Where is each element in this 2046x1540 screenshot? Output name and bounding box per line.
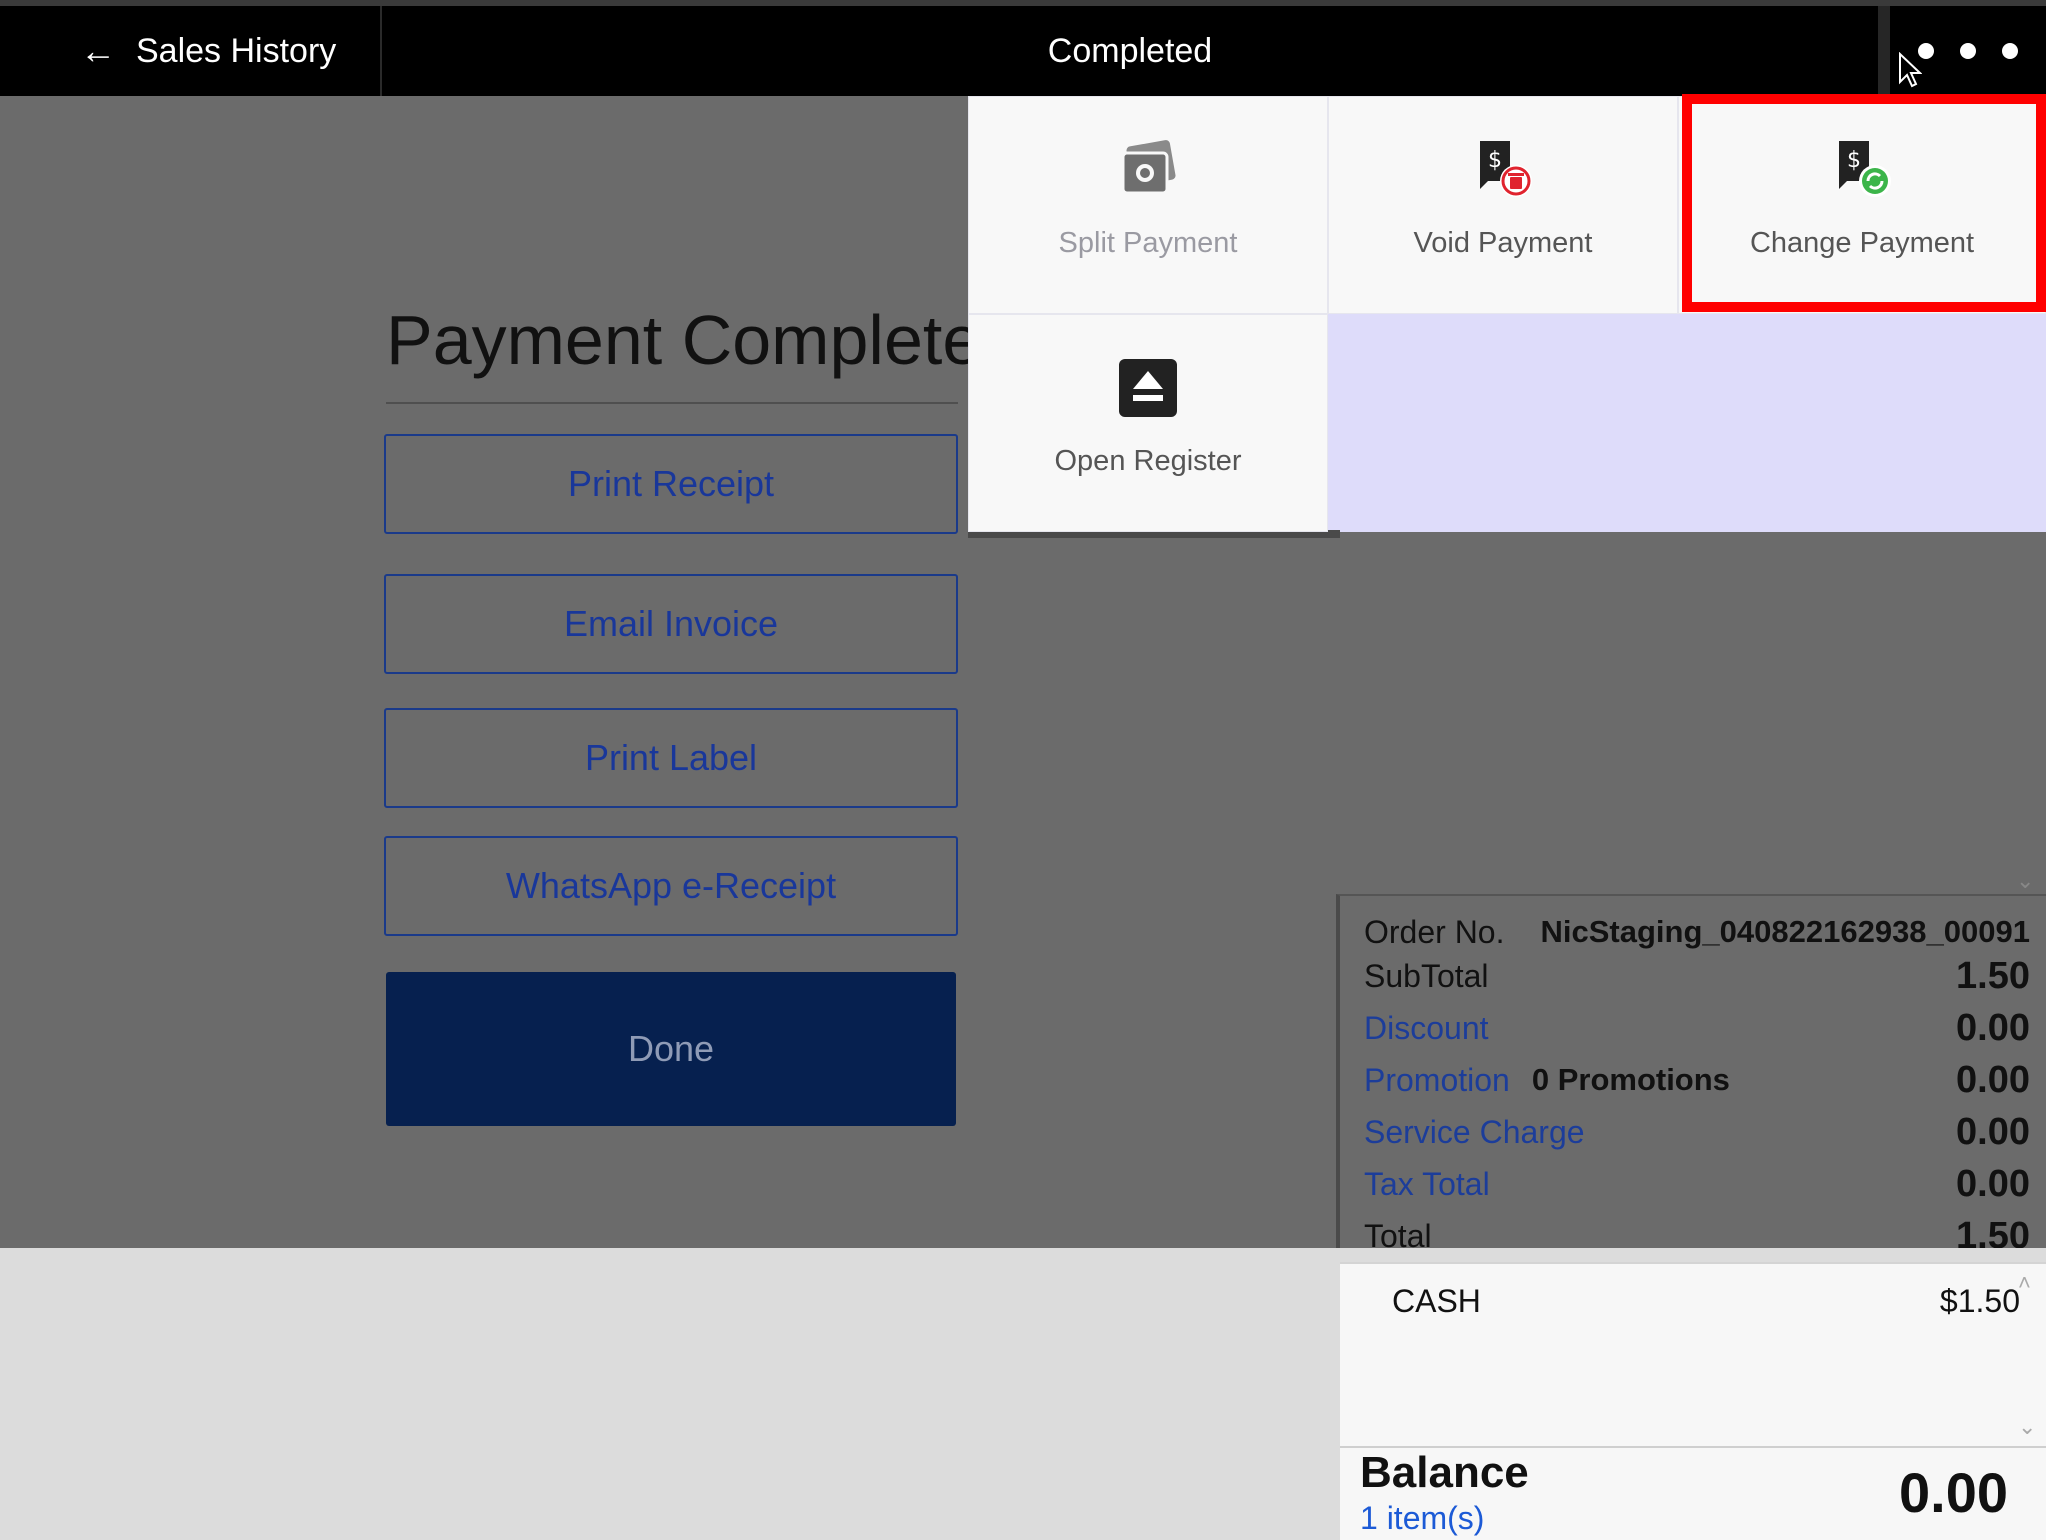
back-to-sales-history-button[interactable]: ← Sales History [0,6,382,96]
balance-label: Balance [1360,1448,1529,1497]
subtotal-value: 1.50 [1956,954,2030,997]
tax-total-link[interactable]: Tax Total [1364,1166,1490,1203]
more-dot-icon [1960,43,1976,59]
tax-total-value: 0.00 [1956,1162,2030,1205]
order-number-row: Order No. NicStaging_040822162938_00091 [1364,910,2030,954]
summary-scroll-chevron-icon[interactable]: ⌄ [2016,868,2040,893]
svg-text:$: $ [1847,148,1861,173]
subtotal-label: SubTotal [1364,957,1489,994]
header-divider [1878,6,1890,96]
back-arrow-icon: ← [80,30,116,71]
page-title: Completed [1047,31,1213,70]
change-payment-button[interactable]: $ Change Payment [1678,96,2046,314]
payments-scroll-up-icon[interactable]: ˄ [2018,1270,2038,1295]
payment-row[interactable]: CASH $1.50 [1392,1276,2020,1326]
discount-value: 0.00 [1956,1006,2030,1049]
mouse-cursor-icon [1899,52,1922,88]
print-label-button[interactable]: Print Label [384,708,958,808]
payment-method: CASH [1392,1282,1481,1319]
total-label: Total [1364,1217,1432,1249]
tax-total-row[interactable]: Tax Total 0.00 [1364,1162,2030,1206]
subtotal-row: SubTotal 1.50 [1364,954,2030,998]
total-value: 1.50 [1956,1214,2030,1249]
change-payment-icon: $ [1839,141,1891,197]
promotion-count: 0 Promotions [1531,1062,1730,1097]
cash-stack-icon [1121,140,1176,195]
email-invoice-button[interactable]: Email Invoice [384,574,958,674]
order-number-label: Order No. [1364,913,1505,950]
done-button[interactable]: Done [386,972,956,1126]
eject-icon [1119,359,1177,417]
balance-value: 0.00 [1899,1461,2008,1524]
split-payment-button[interactable]: Split Payment [968,96,1328,314]
payments-list: CASH $1.50 [1340,1262,2046,1446]
promotion-row[interactable]: Promotion 0 Promotions 0.00 [1364,1058,2030,1102]
svg-text:$: $ [1488,148,1502,173]
service-charge-link[interactable]: Service Charge [1364,1114,1585,1151]
void-payment-button[interactable]: $ Void Payment [1328,96,1678,314]
discount-row[interactable]: Discount 0.00 [1364,1006,2030,1050]
payment-complete-title: Payment Complete [386,301,982,379]
whatsapp-receipt-button[interactable]: WhatsApp e-Receipt [384,836,958,936]
total-row: Total 1.50 [1364,1214,2030,1249]
change-payment-label: Change Payment [1749,227,1975,259]
payments-scroll-down-icon[interactable]: ⌄ [2018,1414,2038,1439]
void-payment-label: Void Payment [1413,227,1593,259]
print-receipt-button[interactable]: Print Receipt [384,434,958,534]
title-divider [386,402,958,404]
void-payment-icon: $ [1480,141,1532,197]
order-number-value: NicStaging_040822162938_00091 [1540,914,2030,949]
promotion-link[interactable]: Promotion [1364,1062,1510,1099]
back-label: Sales History [136,31,337,70]
service-charge-value: 0.00 [1956,1110,2030,1153]
open-register-label: Open Register [1054,445,1242,477]
more-dot-icon [2002,43,2018,59]
order-summary-panel: Order No. NicStaging_040822162938_00091 … [1336,894,2046,1248]
split-payment-label: Split Payment [1058,227,1238,259]
promotion-value: 0.00 [1956,1058,2030,1101]
open-register-button[interactable]: Open Register [968,314,1328,532]
payment-amount: $1.50 [1939,1282,2020,1319]
items-count-link[interactable]: 1 item(s) [1360,1500,1484,1537]
service-charge-row[interactable]: Service Charge 0.00 [1364,1110,2030,1154]
discount-link[interactable]: Discount [1364,1010,1489,1047]
